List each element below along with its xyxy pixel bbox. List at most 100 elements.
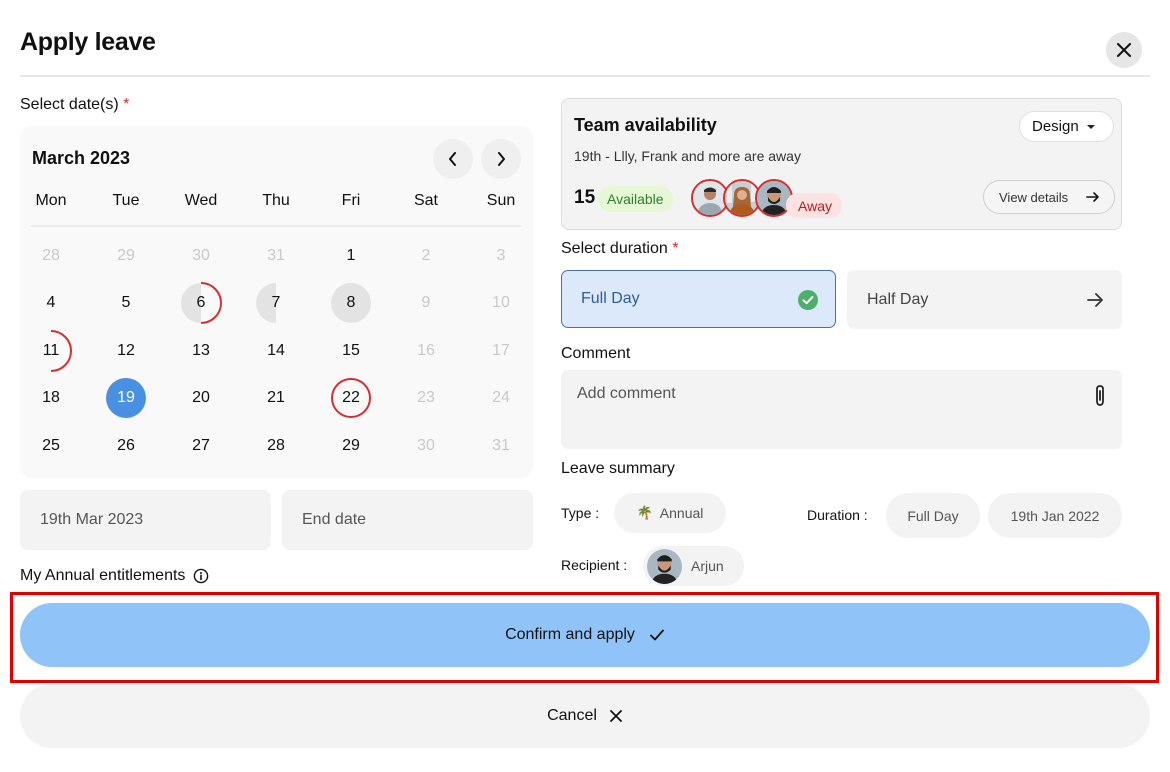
day-number: 5 (121, 294, 131, 311)
close-icon (610, 710, 622, 722)
leave-type-pill: 🌴 Annual (614, 493, 726, 533)
day-number: 3 (496, 247, 506, 264)
calendar-day: 3 (481, 236, 521, 276)
palm-tree-icon: 🌴 (636, 505, 653, 520)
calendar-day: 31 (481, 426, 521, 466)
calendar-day[interactable]: 8 (331, 283, 371, 323)
day-number: 20 (192, 389, 210, 406)
end-date-input[interactable]: End date (282, 490, 533, 550)
date-value-pill: 19th Jan 2022 (988, 493, 1122, 538)
calendar-day[interactable]: 26 (106, 426, 146, 466)
calendar-day[interactable]: 6 (181, 282, 222, 324)
day-number: 12 (117, 342, 135, 359)
calendar-day[interactable]: 20 (181, 378, 221, 418)
paperclip-icon[interactable] (1093, 384, 1107, 408)
day-number: 1 (346, 247, 356, 264)
calendar-day: 29 (106, 236, 146, 276)
calendar-day[interactable]: 12 (106, 331, 146, 371)
calendar-grid: 28 29 30 31 1 2 3 4 5 6 7 8 9 10 11 12 13 14 15 16 17 18 19 20 2… (20, 126, 533, 478)
calendar-day[interactable]: 19 (106, 378, 146, 418)
day-number: 26 (117, 437, 135, 454)
calendar-day[interactable]: 1 (331, 236, 371, 276)
calendar-day[interactable]: 14 (256, 331, 296, 371)
day-number: 30 (417, 437, 435, 454)
view-details-label: View details (999, 189, 1069, 205)
recipient-pill: Arjun (643, 546, 744, 586)
available-count: 15 (574, 187, 596, 208)
calendar-day[interactable]: 4 (31, 283, 71, 323)
day-number: 31 (267, 247, 285, 264)
calendar-day: 10 (481, 283, 521, 323)
calendar-day[interactable]: 5 (106, 283, 146, 323)
calendar-day[interactable]: 27 (181, 426, 221, 466)
day-number: 9 (421, 294, 431, 311)
check-icon (650, 629, 664, 641)
cancel-button[interactable]: Cancel (20, 684, 1150, 748)
comment-input[interactable]: Add comment (561, 370, 1122, 449)
department-dropdown[interactable]: Design (1019, 111, 1114, 142)
full-day-option[interactable]: Full Day (561, 270, 836, 328)
day-number: 15 (342, 342, 360, 359)
calendar: March 2023 Mon Tue Wed Thu Fri Sat Sun 28 29 30 3… (20, 126, 533, 478)
calendar-day[interactable]: 28 (256, 426, 296, 466)
calendar-day[interactable]: 7 (256, 283, 296, 323)
duration-key: Duration : (807, 507, 868, 523)
close-button[interactable] (1106, 32, 1142, 68)
leave-summary-label: Leave summary (561, 460, 675, 477)
day-number: 6 (196, 294, 206, 311)
calendar-day[interactable]: 15 (331, 331, 371, 371)
page-title: Apply leave (20, 28, 156, 56)
away-avatars[interactable] (691, 179, 801, 217)
half-day-label: Half Day (867, 290, 929, 308)
available-badge: Available (598, 186, 673, 212)
team-availability-title: Team availability (574, 115, 717, 135)
calendar-day[interactable]: 11 (31, 330, 72, 372)
start-date-input[interactable]: 19th Mar 2023 (20, 490, 271, 550)
full-day-label: Full Day (581, 290, 640, 307)
day-number: 29 (342, 437, 360, 454)
header-divider (20, 75, 1150, 77)
comment-placeholder: Add comment (577, 385, 676, 402)
recipient-key: Recipient : (561, 557, 628, 573)
type-key: Type : (561, 505, 600, 521)
calendar-day[interactable]: 13 (181, 331, 221, 371)
calendar-day: 30 (406, 426, 446, 466)
calendar-day: 28 (31, 236, 71, 276)
view-details-button[interactable]: View details (983, 180, 1115, 214)
caret-down-icon (1087, 125, 1095, 129)
day-number: 29 (117, 247, 135, 264)
comment-label: Comment (561, 345, 631, 362)
arrow-right-icon (1087, 293, 1103, 307)
calendar-day: 17 (481, 331, 521, 371)
confirm-apply-button[interactable]: Confirm and apply (20, 603, 1150, 667)
team-availability-card: Team availability Design 19th - Llly, Fr… (561, 98, 1122, 230)
day-number: 21 (267, 389, 285, 406)
day-number: 11 (42, 342, 60, 359)
cancel-label: Cancel (547, 707, 597, 724)
calendar-day: 2 (406, 236, 446, 276)
day-number: 23 (417, 389, 435, 406)
calendar-day[interactable]: 22 (331, 378, 371, 418)
calendar-day[interactable]: 18 (31, 378, 71, 418)
day-number: 16 (417, 342, 435, 359)
day-number: 2 (421, 247, 431, 264)
half-day-option[interactable]: Half Day (847, 270, 1122, 329)
info-icon[interactable] (193, 568, 209, 584)
day-number: 14 (267, 342, 285, 359)
required-mark: * (672, 240, 679, 257)
annual-entitlements[interactable]: My Annual entitlements (20, 567, 209, 585)
away-badge: Away (786, 193, 842, 218)
calendar-day[interactable]: 21 (256, 378, 296, 418)
calendar-day[interactable]: 29 (331, 426, 371, 466)
day-number: 27 (192, 437, 210, 454)
calendar-day[interactable]: 25 (31, 426, 71, 466)
day-number: 17 (492, 342, 510, 359)
day-number: 13 (192, 342, 210, 359)
calendar-day: 31 (256, 236, 296, 276)
calendar-day: 9 (406, 283, 446, 323)
day-number: 28 (42, 247, 60, 264)
select-duration-text: Select duration (561, 240, 668, 257)
department-value: Design (1032, 118, 1079, 135)
day-number: 22 (342, 389, 360, 406)
select-duration-label: Select duration * (561, 240, 678, 258)
